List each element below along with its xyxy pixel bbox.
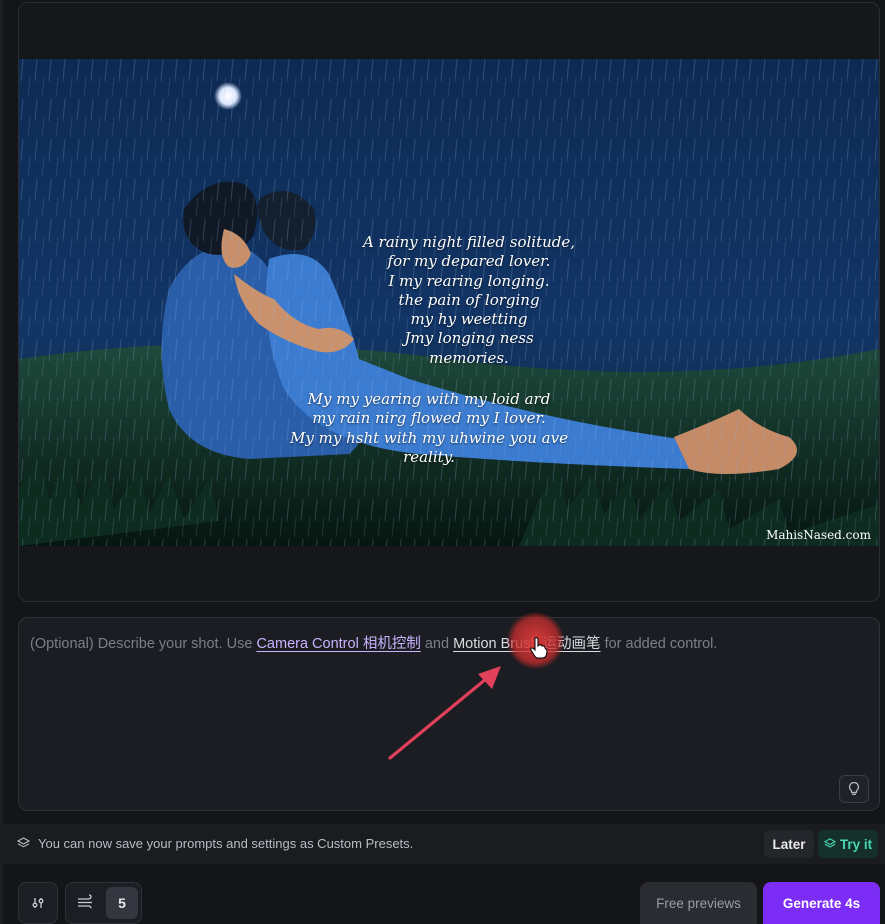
- layers-icon: [823, 838, 836, 848]
- left-gutter: [0, 0, 3, 924]
- try-it-label: Try it: [839, 836, 873, 852]
- image-watermark: MahisNased.com: [766, 528, 871, 542]
- prompt-suggestion-button[interactable]: [839, 775, 869, 803]
- motion-count-value[interactable]: 5: [106, 887, 138, 919]
- later-button[interactable]: Later: [764, 830, 814, 858]
- try-it-button[interactable]: Try it: [818, 830, 878, 858]
- lightbulb-icon: [848, 781, 860, 795]
- camera-control-link[interactable]: Camera Control 相机控制: [256, 636, 420, 652]
- motion-strength-control[interactable]: 5: [65, 882, 142, 924]
- sliders-icon: [32, 898, 44, 908]
- generate-button[interactable]: Generate 4s: [763, 882, 880, 924]
- poem-line: I my rearing longing.: [388, 271, 550, 290]
- presets-message: You can now save your prompts and settin…: [38, 836, 414, 851]
- poem-stanza-1: A rainy night filled solitude, for my de…: [319, 233, 619, 368]
- poem-line: memories.: [429, 348, 509, 367]
- poem-line: my rain nirg flowed my I lover.: [312, 409, 546, 428]
- annotation-arrow-icon: [388, 666, 501, 760]
- prompt-placeholder: (Optional) Describe your shot. Use Camer…: [30, 632, 850, 653]
- poem-stanza-2: My my yearing with my loid ard my rain n…: [239, 390, 619, 467]
- poem-line: My my hsht with my uhwine you ave: [290, 428, 568, 447]
- hand-cursor-icon: [530, 637, 548, 659]
- settings-button[interactable]: [18, 882, 58, 924]
- image-preview-panel: A rainy night filled solitude, for my de…: [18, 2, 880, 602]
- prompt-tail-text: for added control.: [600, 636, 718, 652]
- custom-presets-banner: You can now save your prompts and settin…: [0, 824, 885, 864]
- poem-line: the pain of lorging: [398, 290, 540, 309]
- prompt-and-text: and: [420, 636, 454, 652]
- poem-line: My my yearing with my loid ard: [307, 390, 551, 408]
- poem-line: A rainy night filled solitude,: [362, 233, 576, 251]
- free-previews-button[interactable]: Free previews: [640, 882, 757, 924]
- generated-image: A rainy night filled solitude, for my de…: [19, 59, 879, 546]
- poem-line: for my depared lover.: [387, 252, 551, 271]
- layers-icon: [17, 837, 30, 848]
- poem-line: reality.: [403, 447, 455, 466]
- prompt-lead-text: (Optional) Describe your shot. Use: [30, 636, 257, 652]
- poem-line: my hy weetting: [410, 310, 528, 329]
- poem-line: Jmy longing ness: [404, 329, 534, 348]
- motion-wind-icon: [78, 894, 92, 909]
